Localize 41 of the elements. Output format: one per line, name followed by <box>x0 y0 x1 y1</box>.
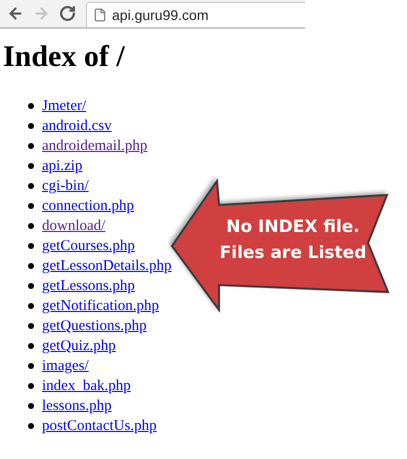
file-link[interactable]: android.csv <box>42 116 112 136</box>
file-link[interactable]: getLessonDetails.php <box>42 256 172 276</box>
bullet-icon <box>28 243 34 249</box>
bullet-icon <box>28 123 34 129</box>
bullet-icon <box>28 403 34 409</box>
file-link[interactable]: download/ <box>42 216 106 236</box>
file-link[interactable]: connection.php <box>42 196 134 216</box>
bullet-icon <box>28 283 34 289</box>
bullet-icon <box>28 103 34 109</box>
url-text: api.guru99.com <box>112 6 209 25</box>
bullet-icon <box>28 163 34 169</box>
page-icon <box>93 8 107 22</box>
callout-text: No INDEX file. Files are Listed <box>218 216 368 265</box>
file-link[interactable]: cgi-bin/ <box>42 176 89 196</box>
bullet-icon <box>28 223 34 229</box>
file-link[interactable]: index_bak.php <box>42 376 131 396</box>
page-heading: Index of / <box>3 39 126 75</box>
file-link[interactable]: Jmeter/ <box>42 96 86 116</box>
bullet-icon <box>28 183 34 189</box>
bullet-icon <box>28 323 34 329</box>
forward-arrow-icon <box>32 5 50 22</box>
bullet-icon <box>28 143 34 149</box>
bullet-icon <box>28 363 34 369</box>
file-link[interactable]: lessons.php <box>42 396 112 416</box>
bullet-icon <box>28 423 34 429</box>
bullet-icon <box>28 263 34 269</box>
file-link[interactable]: androidemail.php <box>42 136 148 156</box>
address-bar[interactable]: api.guru99.com <box>86 2 305 28</box>
file-link[interactable]: postContactUs.php <box>42 416 157 436</box>
reload-icon <box>58 5 76 22</box>
file-link[interactable]: images/ <box>42 356 89 376</box>
file-link[interactable]: getQuestions.php <box>42 316 147 336</box>
file-link[interactable]: getNotification.php <box>42 296 160 316</box>
bullet-icon <box>28 343 34 349</box>
bullet-icon <box>28 383 34 389</box>
bullet-icon <box>28 303 34 309</box>
file-link[interactable]: api.zip <box>42 156 82 176</box>
file-link[interactable]: getQuiz.php <box>42 336 116 356</box>
bullet-icon <box>28 203 34 209</box>
file-link[interactable]: getCourses.php <box>42 236 135 256</box>
file-link[interactable]: getLessons.php <box>42 276 135 296</box>
